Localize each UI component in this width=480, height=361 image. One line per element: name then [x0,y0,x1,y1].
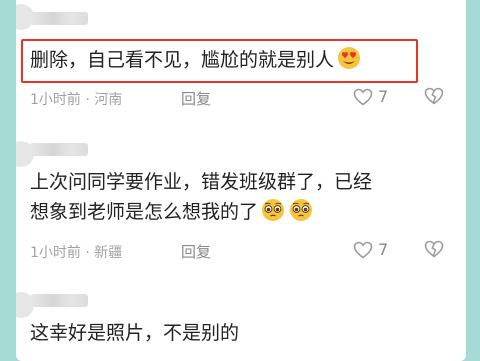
broken-heart-icon [424,240,444,262]
pleading-face-emoji [260,198,286,231]
comment-text-line: 上次问同学要作业，错发班级群了，已经 [30,171,373,193]
comment-time: 1小时前 [30,92,81,108]
like-count: 7 [378,87,389,106]
dislike-button[interactable] [424,87,444,109]
dislike-button[interactable] [424,240,444,262]
comment-list: 删除，自己看不见，尴尬的就是别人 1小时前 · 河南 回复 7 上次问同学要作业… [16,0,466,361]
username-blurred[interactable] [30,143,88,156]
comment-meta: 1小时前 · 新疆 [30,242,122,262]
reply-button[interactable]: 回复 [181,88,211,109]
pleading-face-emoji [288,198,314,231]
comment-text: 上次问同学要作业，错发班级群了，已经 想象到老师是怎么想我的了 [30,167,372,231]
comment-text-content: 这幸好是照片，不是别的 [30,322,240,344]
username-blurred[interactable] [30,294,88,307]
broken-heart-icon [424,87,444,109]
heart-eyes-emoji [336,46,362,79]
comment-text-line: 想象到老师是怎么想我的了 [30,197,372,231]
heart-outline-icon [353,88,373,106]
meta-separator: · [85,245,90,261]
comment-location: 新疆 [94,245,123,261]
comment-location: 河南 [94,92,123,108]
like-button[interactable]: 7 [353,87,388,106]
username-blurred[interactable] [30,12,88,25]
like-count: 7 [378,240,389,259]
heart-outline-icon [353,241,373,259]
like-button[interactable]: 7 [353,240,388,259]
comment-meta: 1小时前 · 河南 [30,89,122,109]
comment-text: 删除，自己看不见，尴尬的就是别人 [30,45,362,79]
comment-text-content: 删除，自己看不见，尴尬的就是别人 [30,49,335,71]
reply-button[interactable]: 回复 [181,241,211,262]
comment-time: 1小时前 [30,245,81,261]
comment-text: 这幸好是照片，不是别的 [30,318,239,348]
meta-separator: · [85,92,90,108]
